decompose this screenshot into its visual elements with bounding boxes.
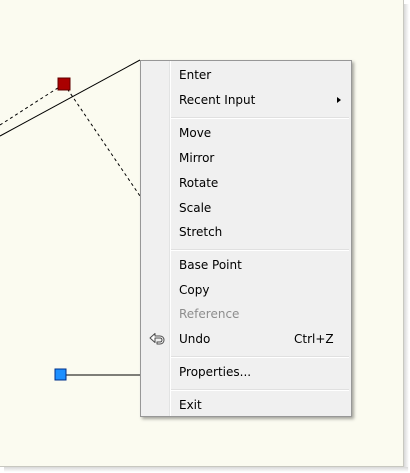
menu-item-copy[interactable]: Copy [143, 279, 349, 301]
menu-item-label: Exit [179, 398, 202, 412]
unselected-grip-blue[interactable] [54, 368, 67, 381]
context-menu: Enter Recent Input Move Mirror Rotate Sc… [140, 60, 352, 417]
solid-line[interactable] [0, 59, 141, 137]
menu-item-label: Scale [179, 201, 212, 215]
menu-item-undo[interactable]: Undo Ctrl+Z [143, 328, 349, 350]
menu-item-label: Properties... [179, 365, 252, 379]
menu-item-reference: Reference [143, 303, 349, 325]
dashed-rubberband-line [63, 83, 141, 197]
menu-separator [171, 356, 349, 358]
menu-item-label: Recent Input [179, 93, 256, 107]
menu-item-label: Undo [179, 332, 211, 346]
menu-item-exit[interactable]: Exit [143, 394, 349, 416]
canvas-shadow [4, 467, 408, 472]
menu-item-label: Stretch [179, 225, 223, 239]
menu-item-enter[interactable]: Enter [143, 64, 349, 86]
menu-item-base-point[interactable]: Base Point [143, 254, 349, 276]
menu-item-rotate[interactable]: Rotate [143, 172, 349, 194]
menu-item-label: Reference [179, 307, 240, 321]
menu-item-label: Copy [179, 283, 210, 297]
menu-item-stretch[interactable]: Stretch [143, 221, 349, 243]
canvas-shadow [404, 4, 409, 470]
selected-grip-red[interactable] [57, 77, 71, 91]
menu-item-label: Base Point [179, 258, 242, 272]
menu-item-label: Rotate [179, 176, 219, 190]
menu-item-mirror[interactable]: Mirror [143, 147, 349, 169]
chevron-right-icon [337, 97, 341, 103]
menu-separator [171, 389, 349, 391]
menu-item-recent-input[interactable]: Recent Input [143, 89, 349, 111]
menu-item-scale[interactable]: Scale [143, 197, 349, 219]
menu-separator [171, 249, 349, 251]
menu-item-label: Mirror [179, 151, 215, 165]
menu-item-properties[interactable]: Properties... [143, 361, 349, 383]
undo-arrow-icon [149, 333, 165, 345]
menu-item-move[interactable]: Move [143, 122, 349, 144]
menu-item-label: Enter [179, 68, 212, 82]
menu-item-label: Move [179, 126, 212, 140]
menu-item-shortcut: Ctrl+Z [294, 332, 334, 346]
menu-separator [171, 117, 349, 119]
